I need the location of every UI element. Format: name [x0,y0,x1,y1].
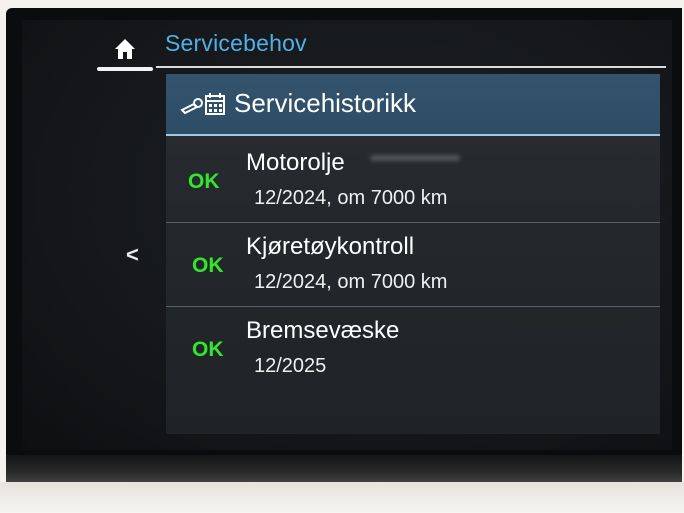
item-detail: 12/2024, om 7000 km [254,187,448,209]
screen-glare [370,155,460,161]
row-divider [166,306,660,307]
page-title: Servicebehov [165,30,307,56]
chevron-left-icon[interactable]: < [126,242,139,268]
service-history-icon [180,90,228,123]
item-title: Bremsevæske [246,317,400,344]
service-history-panel: Servicehistorikk OK Motorolje 12/2024, o… [166,74,660,434]
item-detail: 12/2025 [254,355,327,377]
status-badge: OK [188,170,220,193]
status-badge: OK [192,254,224,277]
header-divider [156,66,666,68]
list-item-kjoretoykontroll[interactable]: OK Kjøretøykontroll 12/2024, om 7000 km [166,224,660,304]
item-title: Motorolje [246,149,345,176]
home-button[interactable] [97,29,153,71]
list-item-motorolje[interactable]: OK Motorolje 12/2024, om 7000 km [166,140,660,220]
bezel-lower-edge [6,455,682,485]
home-icon [101,29,149,65]
item-title: Kjøretøykontroll [246,233,415,260]
list-item-bremsevaeske[interactable]: OK Bremsevæske 12/2025 [166,308,660,388]
status-badge: OK [192,338,224,361]
row-divider [166,222,660,223]
home-active-indicator [97,67,153,71]
background-surface [0,482,684,513]
item-detail: 12/2024, om 7000 km [254,271,448,293]
panel-header[interactable]: Servicehistorikk [166,74,660,136]
panel-title: Servicehistorikk [234,88,417,118]
